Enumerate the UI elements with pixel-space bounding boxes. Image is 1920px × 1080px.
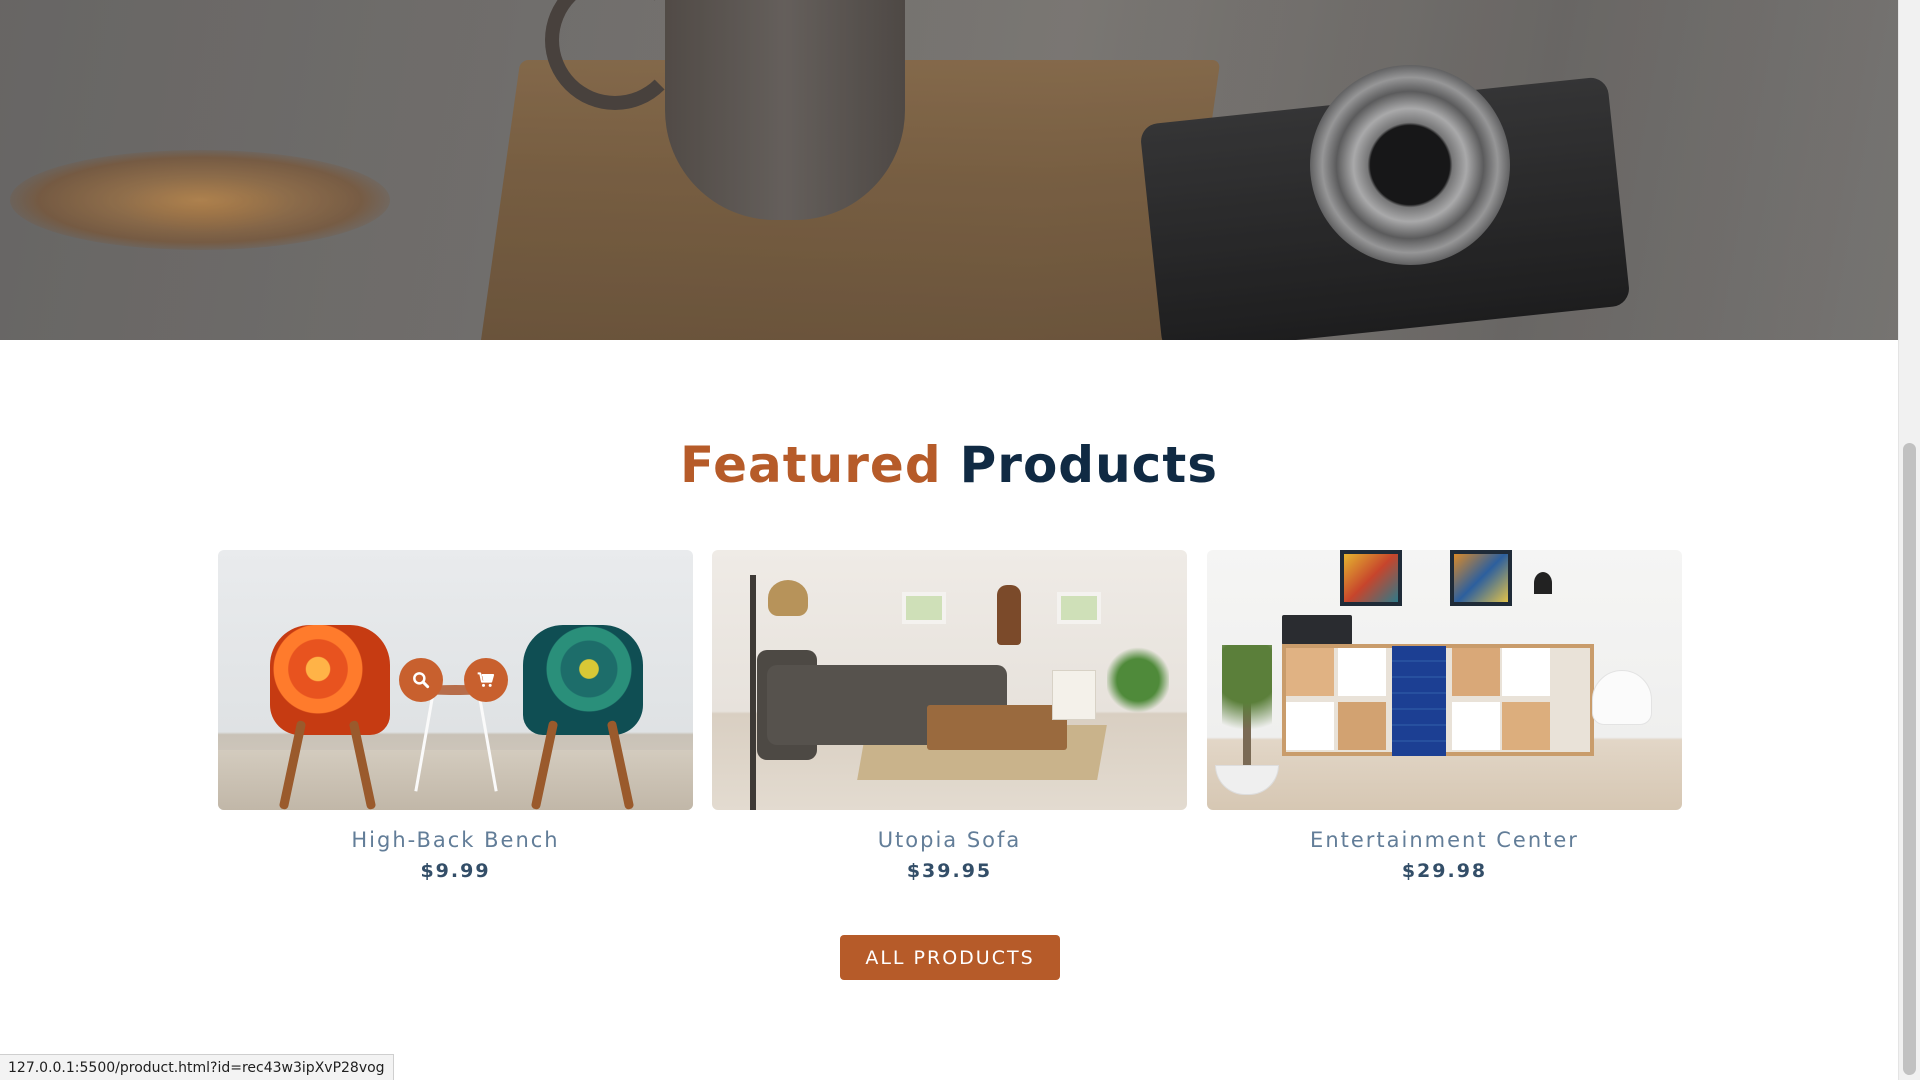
lamp-shade-graphic <box>768 580 808 616</box>
shelf-cell <box>1338 702 1386 750</box>
shelf-cell <box>1452 648 1500 696</box>
shelf-cell <box>1286 702 1334 750</box>
cabinet-graphic <box>1052 670 1096 720</box>
scrollbar-thumb[interactable] <box>1903 443 1916 1075</box>
product-name: Entertainment Center <box>1310 828 1579 852</box>
status-bar-url: 127.0.0.1:5500/product.html?id=rec43w3ip… <box>0 1054 394 1080</box>
product-name: High-Back Bench <box>351 828 560 852</box>
all-products-button[interactable]: ALL PRODUCTS <box>840 935 1060 980</box>
shelf-cell <box>1502 648 1550 696</box>
plant-graphic <box>1107 645 1169 715</box>
cart-icon <box>477 672 495 687</box>
product-price: $9.99 <box>420 860 491 882</box>
bonsai-graphic <box>1222 645 1272 775</box>
shelf-cell <box>1452 702 1500 750</box>
wall-clock-graphic <box>997 585 1021 645</box>
window-graphic <box>902 592 946 624</box>
product-price: $39.95 <box>906 860 993 882</box>
product-card[interactable]: Utopia Sofa $39.95 <box>712 550 1187 882</box>
plant-pot-graphic <box>1215 765 1279 795</box>
page: Featured Products High-Back Bench $9.99 … <box>0 0 1920 1080</box>
shelf-cell <box>1286 648 1334 696</box>
wall-art-graphic <box>1450 550 1512 606</box>
wall-art-graphic <box>1340 550 1402 606</box>
shelf-cell <box>1338 648 1386 696</box>
product-image[interactable] <box>1207 550 1682 810</box>
section-title-accent: Featured <box>680 436 942 494</box>
lamp-graphic <box>1534 572 1552 594</box>
add-to-cart-button[interactable] <box>464 658 508 702</box>
product-price: $29.98 <box>1401 860 1488 882</box>
section-title-main: Products <box>959 436 1218 494</box>
shelf-cell <box>1502 702 1550 750</box>
scrollbar[interactable] <box>1898 0 1920 1080</box>
search-icon <box>413 672 430 689</box>
floor-lamp-graphic <box>750 575 756 810</box>
product-image[interactable] <box>712 550 1187 810</box>
stereo-graphic <box>1282 615 1352 645</box>
product-image[interactable] <box>218 550 693 810</box>
section-title: Featured Products <box>0 436 1898 494</box>
search-product-button[interactable] <box>399 658 443 702</box>
white-chair-graphic <box>1592 670 1652 725</box>
window-graphic <box>1057 592 1101 624</box>
hero-shade <box>0 0 1898 340</box>
product-card[interactable]: High-Back Bench $9.99 <box>218 550 693 882</box>
green-chair-graphic <box>523 625 643 735</box>
blue-drawers-graphic <box>1392 646 1446 756</box>
product-name: Utopia Sofa <box>877 828 1022 852</box>
orange-chair-graphic <box>270 625 390 735</box>
hero-image <box>0 0 1898 340</box>
coffee-table-graphic <box>927 705 1067 750</box>
product-card[interactable]: Entertainment Center $29.98 <box>1207 550 1682 882</box>
